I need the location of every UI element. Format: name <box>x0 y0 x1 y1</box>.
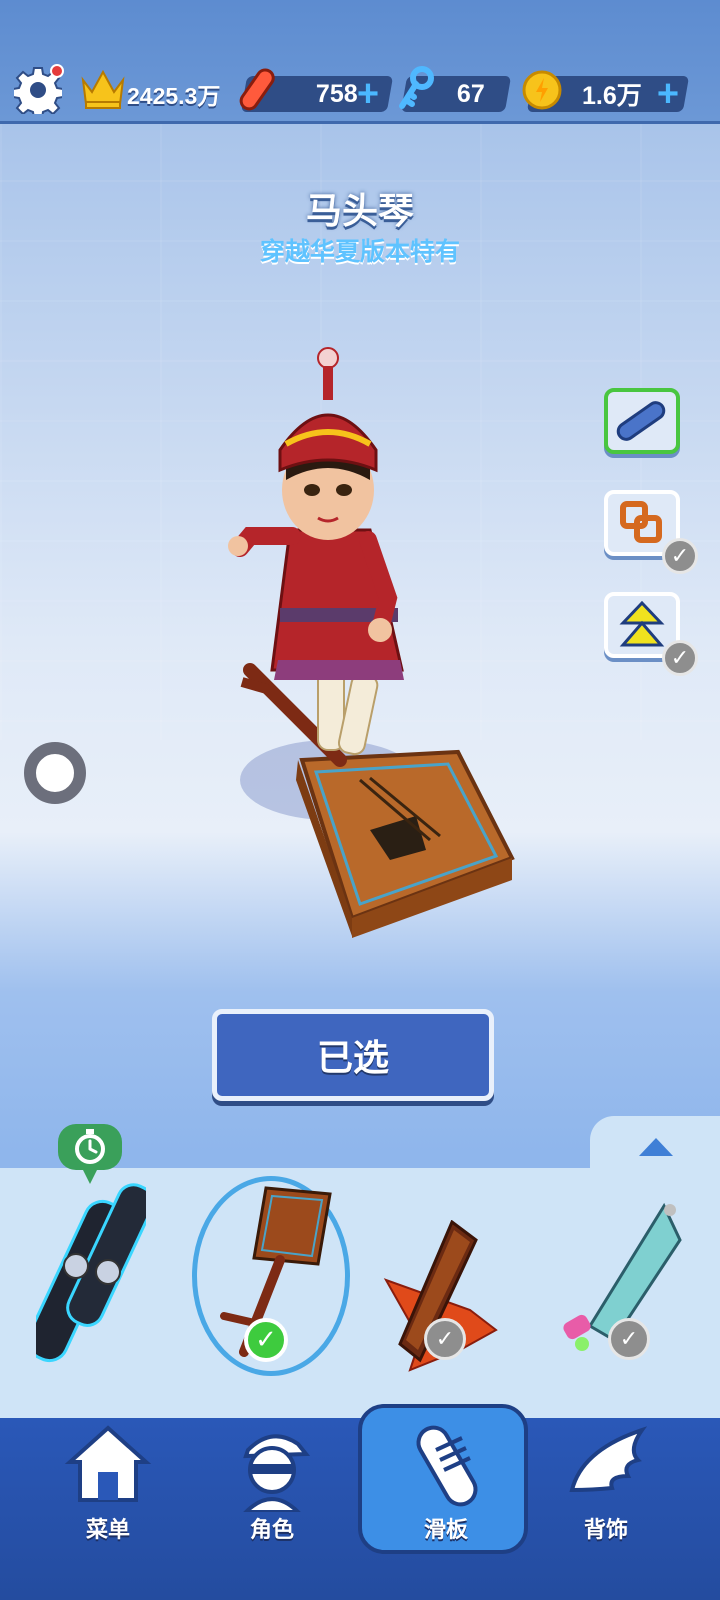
rotate-preview-button[interactable] <box>24 742 86 804</box>
nav-character[interactable]: 角色 <box>212 1420 332 1570</box>
owned-check-icon: ✓ <box>662 640 698 676</box>
board-title: 马头琴 <box>305 191 414 232</box>
super-jump-icon <box>619 601 665 647</box>
score-value: 2425.3万 <box>127 83 221 109</box>
nav-menu-label: 菜单 <box>85 1518 130 1543</box>
nav-board-label: 滑板 <box>423 1518 468 1543</box>
carousel-item-dragon-boat-board[interactable] <box>380 1220 500 1390</box>
nav-board[interactable]: 滑板 <box>386 1420 506 1570</box>
limited-time-badge <box>58 1124 122 1184</box>
chevron-up-icon[interactable] <box>639 1138 673 1156</box>
key-icon <box>399 66 434 109</box>
nav-menu[interactable]: 菜单 <box>48 1420 168 1570</box>
board-style-button[interactable] <box>604 388 680 454</box>
add-coin-button[interactable]: + <box>652 75 684 113</box>
double-coin-icon <box>620 501 662 543</box>
hoverboard-icon <box>239 68 275 111</box>
home-icon <box>64 1425 152 1502</box>
character-preview <box>228 347 515 938</box>
nav-accessory[interactable]: 背饰 <box>546 1420 666 1570</box>
owned-check-icon: ✓ <box>608 1318 650 1360</box>
coin-icon <box>522 70 562 110</box>
owned-check-icon: ✓ <box>662 538 698 574</box>
board-icon <box>616 401 666 441</box>
owned-check-icon: ✓ <box>424 1318 466 1360</box>
character-icon <box>243 1434 311 1512</box>
wing-icon <box>569 1426 648 1493</box>
key-value: 67 <box>457 79 485 108</box>
nav-character-label: 角色 <box>249 1518 294 1543</box>
notification-dot <box>50 64 64 78</box>
carousel-item-tech-board[interactable] <box>36 1176 146 1376</box>
settings-button[interactable] <box>12 64 64 119</box>
score-display: 2425.3万 <box>115 76 233 112</box>
coin-value: 1.6万 <box>582 82 642 110</box>
timer-icon <box>75 1129 105 1164</box>
board-subtitle: 穿越华夏版本特有 <box>259 237 460 266</box>
add-hoverboard-button[interactable]: + <box>352 75 384 113</box>
hoverboard-nav-icon <box>416 1425 478 1507</box>
selected-button[interactable]: 已选 <box>212 1009 494 1101</box>
selected-check-icon: ✓ <box>244 1318 288 1362</box>
nav-accessory-label: 背饰 <box>583 1518 628 1543</box>
